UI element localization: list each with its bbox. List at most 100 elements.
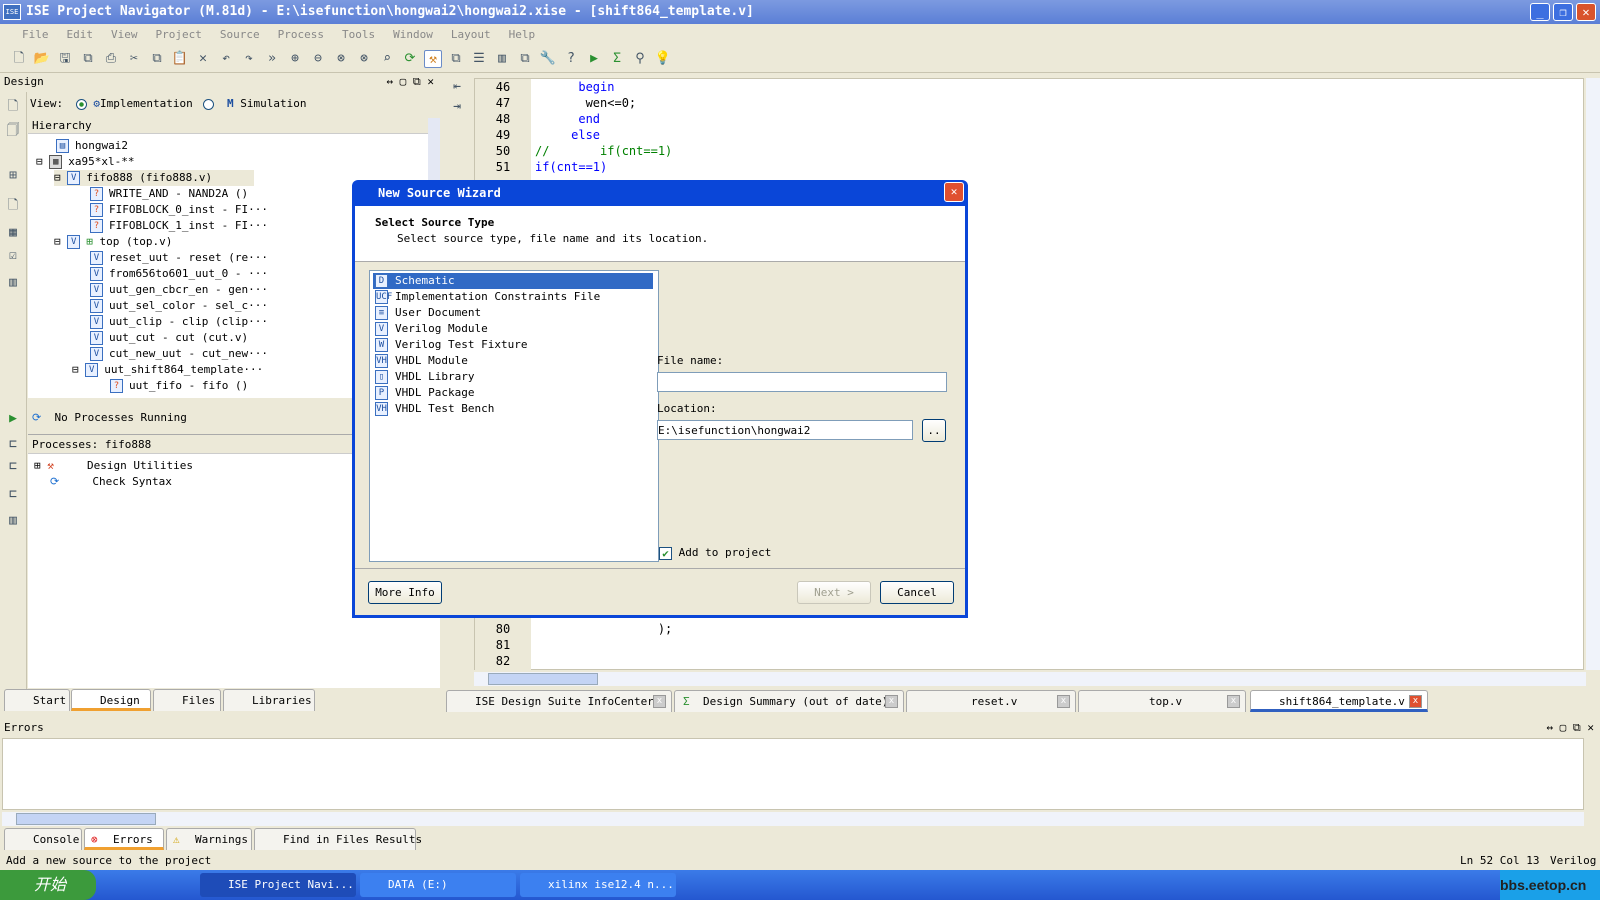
menu-layout[interactable]: Layout	[451, 24, 491, 45]
simulation-label[interactable]: Simulation	[240, 97, 306, 110]
tree-item[interactable]: ⊟ V ⊞ top (top.v)	[54, 234, 172, 250]
tab-shift864-template[interactable]: shift864_template.v x	[1250, 690, 1428, 712]
tab-reset[interactable]: reset.v x	[906, 690, 1076, 712]
run-process-icon[interactable]: ▶	[4, 410, 22, 428]
tree-item[interactable]: Vuut_sel_color - sel_c···	[90, 298, 268, 314]
open-icon[interactable]: 📂	[33, 50, 51, 68]
menu-edit[interactable]: Edit	[67, 24, 94, 45]
tree-item[interactable]: ▤ hongwai2	[56, 138, 128, 154]
tree-item[interactable]: ? WRITE_AND - NAND2A ()	[90, 186, 248, 202]
refresh-icon[interactable]: ⟳	[401, 50, 419, 68]
source-type-list[interactable]: D Schematic UCF Implementation Constraints …	[369, 270, 659, 562]
task-data[interactable]: DATA (E:)	[360, 873, 516, 897]
process-design-utilities[interactable]: ⊞ ⚒ Design Utilities	[34, 458, 193, 474]
menu-project[interactable]: Project	[156, 24, 202, 45]
editor-hscrollbar[interactable]	[474, 672, 1586, 686]
tree-item[interactable]: Vreset_uut - reset (re···	[90, 250, 268, 266]
tree-item[interactable]: Vuut_clip - clip (clip···	[90, 314, 268, 330]
tab-console[interactable]: Console	[4, 828, 82, 850]
restore-icon[interactable]: ⧉	[516, 50, 534, 68]
tab-files[interactable]: Files	[153, 689, 221, 711]
collapse-icon[interactable]: ⊟	[54, 235, 61, 248]
process-check-icon[interactable]: ⊏	[4, 486, 22, 504]
editor-vscrollbar[interactable]	[1586, 78, 1600, 670]
hammer-icon[interactable]: ⚒	[424, 49, 442, 68]
dialog-close-button[interactable]: ✕	[944, 182, 964, 202]
check-doc-icon[interactable]: ☑	[4, 247, 22, 265]
new-file-icon[interactable]: 🗋	[10, 50, 28, 68]
zoom-full-icon[interactable]: ⊗	[355, 50, 373, 68]
close-tab-icon[interactable]: x	[1409, 695, 1422, 708]
browse-button[interactable]: ..	[922, 419, 946, 442]
tab-find-results[interactable]: Find in Files Results	[254, 828, 422, 850]
source-type-item[interactable]: W Verilog Test Fixture	[373, 337, 653, 353]
menu-view[interactable]: View	[111, 24, 138, 45]
add-copy-icon[interactable]: 🗍	[4, 122, 22, 140]
module-icon[interactable]: ⊞	[4, 167, 22, 185]
tab-design-summary[interactable]: Σ Design Summary (out of date) x	[674, 690, 904, 712]
menu-file[interactable]: File	[22, 24, 49, 45]
process-stop-icon[interactable]: ⊏	[4, 458, 22, 476]
tree-item[interactable]: ? FIFOBLOCK_0_inst - FI···	[90, 202, 268, 218]
more-icon[interactable]: »	[263, 50, 281, 68]
close-tab-icon[interactable]: x	[1057, 695, 1070, 708]
expand-icon[interactable]: ⊞	[34, 459, 41, 472]
tab-libraries[interactable]: Libraries	[223, 689, 315, 711]
menu-help[interactable]: Help	[509, 24, 536, 45]
more-info-button[interactable]: More Info	[368, 581, 442, 604]
collapse-icon[interactable]: ⊟	[54, 171, 61, 184]
save-icon[interactable]: 🖫	[56, 50, 74, 68]
close-tab-icon[interactable]: x	[1227, 695, 1240, 708]
tab-top[interactable]: top.v x	[1078, 690, 1246, 712]
next-button[interactable]: Next >	[797, 581, 871, 604]
cancel-button[interactable]: Cancel	[880, 581, 954, 604]
location-input[interactable]	[657, 420, 913, 440]
add-to-project-row[interactable]: ✔ Add to project	[659, 546, 771, 560]
tile-h-icon[interactable]: ☰	[470, 50, 488, 68]
source-type-item[interactable]: P VHDL Package	[373, 385, 653, 401]
tab-start[interactable]: Start	[4, 689, 70, 711]
indent-right-icon[interactable]: ⇥	[448, 98, 466, 116]
add-source-icon[interactable]: 🗋	[4, 98, 22, 116]
source-type-item[interactable]: D Schematic	[373, 273, 653, 289]
run-icon[interactable]: ▶	[585, 50, 603, 68]
sigma-icon[interactable]: Σ	[608, 50, 626, 68]
zoom-fit-icon[interactable]: ⊗	[332, 50, 350, 68]
close-tab-icon[interactable]: x	[885, 695, 898, 708]
delete-icon[interactable]: ✕	[194, 50, 212, 68]
panel-controls[interactable]: ↔ ▢ ⧉ ✕	[386, 74, 434, 90]
collapse-icon[interactable]: ⊟	[72, 363, 79, 376]
tree-item[interactable]: Vfrom656to601_uut_0 - ···	[90, 266, 268, 282]
chip-icon[interactable]: ▦	[4, 224, 22, 242]
panel-controls[interactable]: ↔ ▢ ⧉ ✕	[1546, 720, 1594, 736]
start-button[interactable]: 开始	[0, 870, 96, 900]
cascade-icon[interactable]: ⧉	[447, 50, 465, 68]
tree-item[interactable]: ⊟ ▦ xa95*xl-**	[36, 154, 134, 170]
menu-tools[interactable]: Tools	[342, 24, 375, 45]
implementation-label[interactable]: Implementation	[100, 97, 193, 110]
telescope-icon[interactable]: ⚲	[631, 50, 649, 68]
tab-design[interactable]: Design	[71, 689, 151, 711]
process-step-icon[interactable]: ⊏	[4, 436, 22, 454]
lightbulb-icon[interactable]: 💡	[654, 50, 672, 68]
implementation-radio[interactable]	[75, 98, 87, 110]
task-xilinx[interactable]: xilinx ise12.4 n...	[520, 873, 676, 897]
collapse-icon[interactable]: ⊟	[36, 155, 43, 168]
copy-icon[interactable]: ⧉	[148, 50, 166, 68]
scroll-thumb[interactable]	[16, 813, 156, 825]
wrench-icon[interactable]: 🔧	[539, 50, 557, 68]
menu-source[interactable]: Source	[220, 24, 260, 45]
undo-icon[interactable]: ↶	[217, 50, 235, 68]
minimize-button[interactable]: _	[1530, 3, 1550, 21]
source-type-item[interactable]: V Verilog Module	[373, 321, 653, 337]
help-icon[interactable]: ?	[562, 50, 580, 68]
source-type-item[interactable]: ▯ VHDL Library	[373, 369, 653, 385]
tree-item[interactable]: Vuut_cut - cut (cut.v)	[90, 330, 248, 346]
maximize-button[interactable]: ❐	[1553, 3, 1573, 21]
table2-icon[interactable]: ▥	[4, 512, 22, 530]
table-icon[interactable]: ▥	[4, 274, 22, 292]
add-to-project-checkbox[interactable]: ✔	[659, 546, 672, 560]
zoom-in-icon[interactable]: ⊕	[286, 50, 304, 68]
close-tab-icon[interactable]: x	[653, 695, 666, 708]
source-type-item[interactable]: UCF Implementation Constraints File	[373, 289, 653, 305]
